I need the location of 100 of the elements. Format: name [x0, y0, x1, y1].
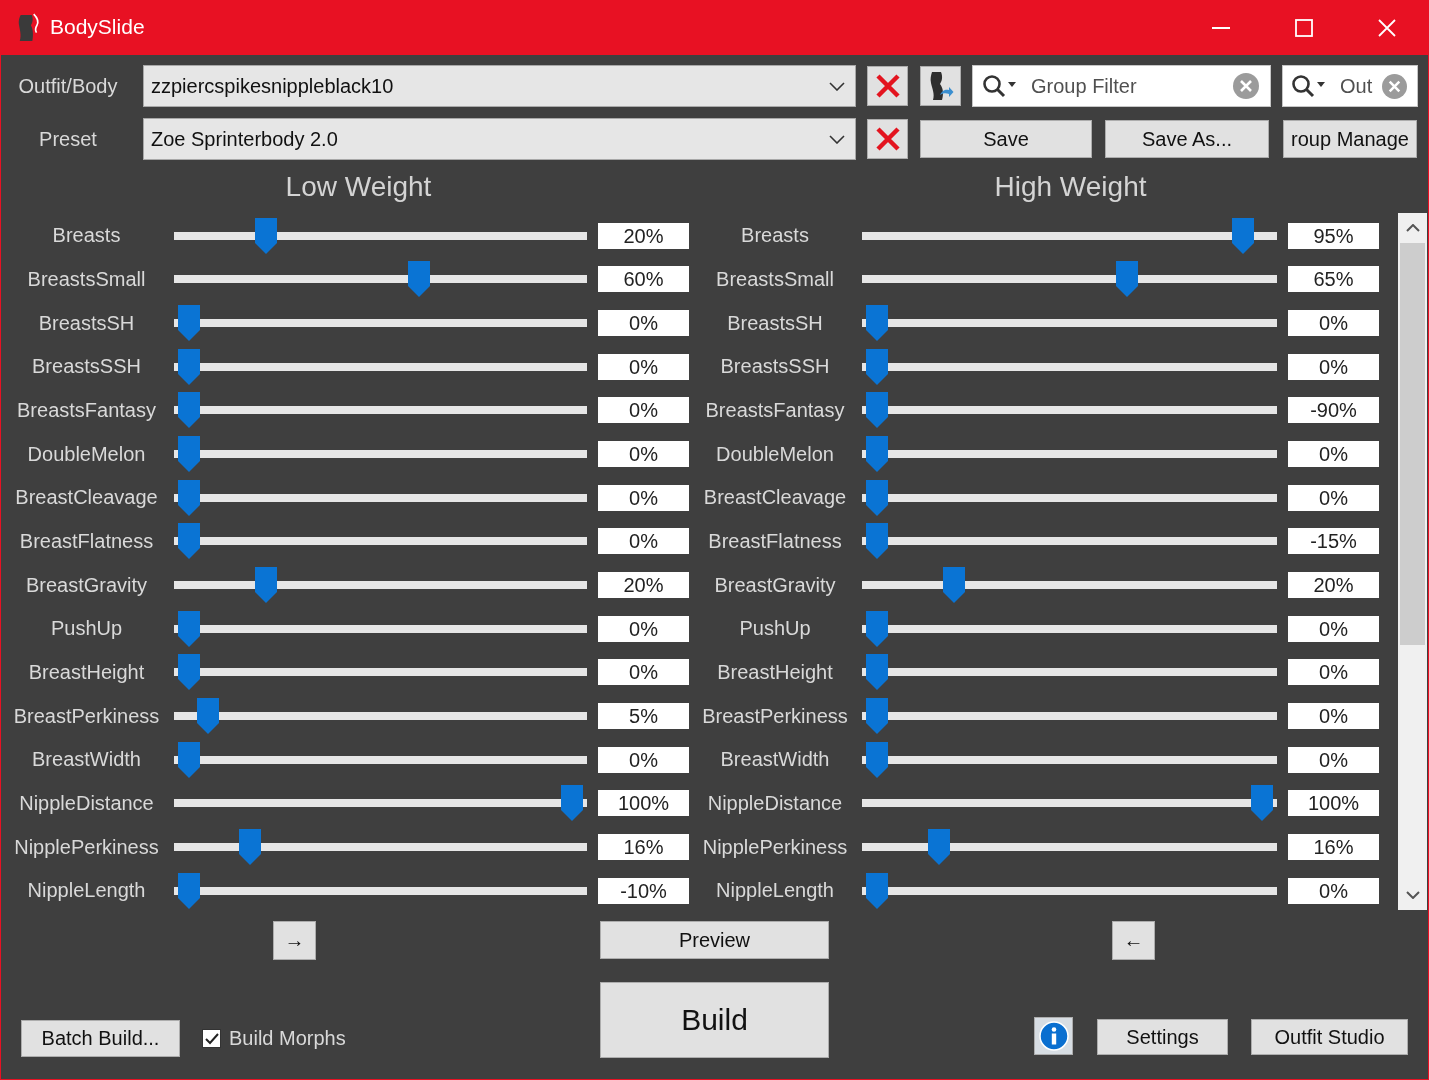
batch-build-button[interactable]: Batch Build...: [21, 1020, 180, 1057]
scroll-down-icon[interactable]: [1405, 891, 1420, 899]
value-field[interactable]: 0%: [598, 659, 689, 686]
checkbox[interactable]: [202, 1029, 221, 1048]
info-button[interactable]: [1034, 1017, 1073, 1055]
value-field[interactable]: 0%: [1288, 746, 1379, 773]
slider-label: DoubleMelon: [715, 442, 835, 466]
slider-thumb[interactable]: [178, 436, 200, 473]
value-field[interactable]: -90%: [1288, 397, 1379, 424]
value-field[interactable]: -15%: [1288, 528, 1379, 555]
value-field[interactable]: 0%: [598, 353, 689, 380]
value-field[interactable]: 100%: [1288, 790, 1379, 817]
value-field[interactable]: 20%: [598, 572, 689, 599]
value-field[interactable]: 0%: [598, 397, 689, 424]
slider-thumb[interactable]: [178, 654, 200, 691]
value-field[interactable]: 0%: [1288, 310, 1379, 337]
scroll-up-icon[interactable]: [1405, 224, 1420, 232]
slider-thumb[interactable]: [1116, 261, 1139, 298]
value-field[interactable]: 0%: [598, 310, 689, 337]
value-field[interactable]: 0%: [1288, 703, 1379, 730]
slider-thumb[interactable]: [254, 217, 277, 254]
value-field[interactable]: 100%: [598, 790, 689, 817]
slider-thumb[interactable]: [866, 523, 888, 560]
remove-button[interactable]: [867, 119, 908, 159]
slider-thumb[interactable]: [178, 610, 200, 647]
window-title: BodySlide: [50, 14, 145, 39]
preview-button[interactable]: Preview: [600, 921, 829, 959]
clear-icon[interactable]: [1233, 73, 1259, 99]
slider-thumb[interactable]: [1231, 217, 1254, 254]
outfit-studio-button[interactable]: Outfit Studio: [1251, 1019, 1408, 1055]
scrollbar[interactable]: [1398, 213, 1427, 910]
value-field[interactable]: 0%: [1288, 659, 1379, 686]
value-field[interactable]: 20%: [598, 222, 689, 249]
value-field[interactable]: 60%: [598, 266, 689, 293]
preset-label: Preset: [38, 127, 98, 151]
slider-label: BreastCleavage: [14, 486, 159, 510]
value-field[interactable]: 0%: [598, 528, 689, 555]
slider-thumb[interactable]: [866, 479, 888, 516]
value-field[interactable]: 0%: [1288, 877, 1379, 904]
left-arrow-button[interactable]: ←: [1112, 921, 1155, 960]
slider-thumb[interactable]: [254, 567, 277, 604]
slider-thumb[interactable]: [239, 829, 262, 865]
preset-button[interactable]: Save As...: [1105, 120, 1269, 158]
preset-button[interactable]: Save: [920, 120, 1092, 158]
settings-button[interactable]: Settings: [1097, 1019, 1228, 1055]
value-field[interactable]: 16%: [1288, 834, 1379, 860]
slider-thumb[interactable]: [178, 872, 200, 909]
value-field[interactable]: 0%: [1288, 353, 1379, 380]
value-field[interactable]: 95%: [1288, 222, 1379, 249]
slider-thumb[interactable]: [178, 305, 200, 342]
search-icon: [1291, 74, 1327, 98]
preset-dropdown[interactable]: Zoe Sprinterbody 2.0: [143, 118, 856, 160]
slider-label: BreastFlatness: [18, 529, 155, 553]
slider-thumb[interactable]: [927, 829, 950, 865]
slider-thumb[interactable]: [866, 305, 888, 342]
slider-thumb[interactable]: [943, 567, 965, 604]
value-field[interactable]: 65%: [1288, 266, 1379, 293]
slider-thumb[interactable]: [561, 785, 583, 822]
slider-thumb[interactable]: [407, 261, 430, 298]
slider-label: NipplePerkiness: [701, 835, 849, 859]
slider-label: BreastsSSH: [31, 355, 142, 379]
value-field[interactable]: 16%: [598, 834, 689, 860]
slider-thumb[interactable]: [866, 741, 888, 778]
slider-thumb[interactable]: [178, 392, 200, 429]
search-field[interactable]: Group Filter: [972, 65, 1271, 107]
slider-thumb[interactable]: [866, 348, 888, 385]
slider-thumb[interactable]: [178, 348, 200, 385]
checkmark-icon: [204, 1032, 219, 1045]
build-button[interactable]: Build: [600, 982, 829, 1058]
value-field[interactable]: 0%: [1288, 615, 1379, 642]
slider-thumb[interactable]: [178, 523, 200, 560]
slider-thumb[interactable]: [178, 479, 200, 516]
preset-button[interactable]: roup Manage: [1283, 120, 1417, 158]
right-arrow-button[interactable]: →: [273, 921, 316, 960]
slider-thumb[interactable]: [197, 698, 220, 735]
value-field[interactable]: 0%: [1288, 441, 1379, 468]
checkbox-label[interactable]: Build Morphs: [229, 1027, 346, 1050]
slider-thumb[interactable]: [866, 436, 888, 473]
slider-thumb[interactable]: [178, 741, 200, 778]
value-field[interactable]: 5%: [598, 703, 689, 730]
value-field[interactable]: -10%: [598, 877, 689, 904]
slider-label: BreastsFantasy: [704, 398, 846, 422]
figure-button[interactable]: [920, 66, 961, 106]
outfit-dropdown[interactable]: zzpiercspikesnippleblack10: [143, 65, 856, 107]
slider-thumb[interactable]: [866, 698, 888, 735]
clear-icon[interactable]: [1382, 74, 1407, 99]
value-field[interactable]: 0%: [598, 746, 689, 773]
value-field[interactable]: 0%: [598, 615, 689, 642]
value-field[interactable]: 0%: [1288, 484, 1379, 511]
value-field[interactable]: 0%: [598, 441, 689, 468]
value-field[interactable]: 20%: [1288, 572, 1379, 599]
slider-thumb[interactable]: [1251, 785, 1273, 822]
slider-thumb[interactable]: [866, 872, 888, 909]
slider-thumb[interactable]: [866, 392, 888, 429]
slider-thumb[interactable]: [866, 654, 888, 691]
scroll-thumb[interactable]: [1400, 243, 1425, 645]
slider-thumb[interactable]: [866, 610, 888, 647]
value-field[interactable]: 0%: [598, 484, 689, 511]
remove-button[interactable]: [867, 66, 908, 106]
column-title: Low Weight: [284, 170, 433, 203]
